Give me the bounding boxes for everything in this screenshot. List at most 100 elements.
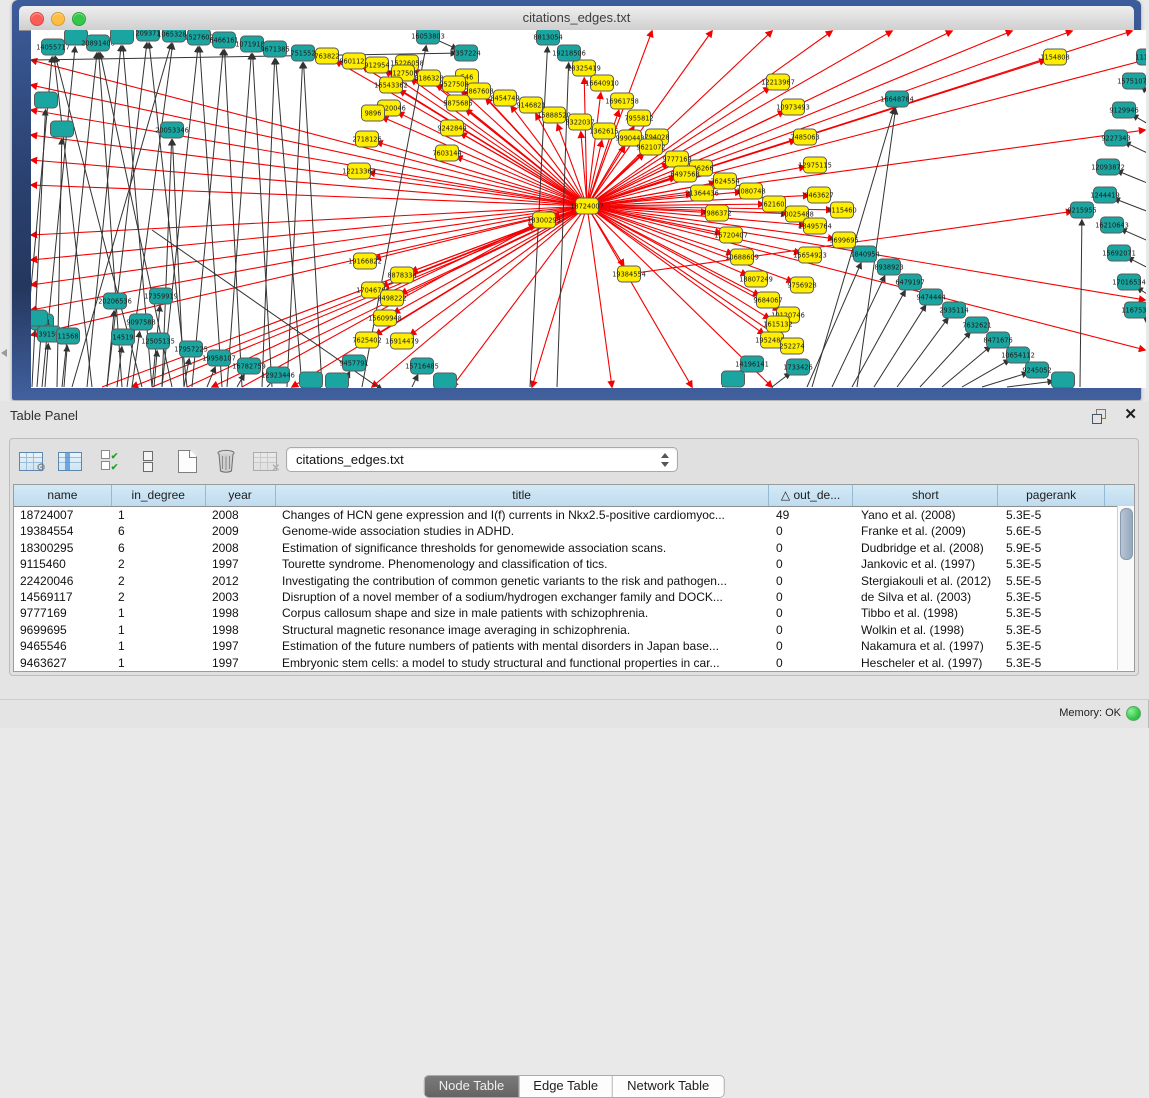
table-row[interactable]: 1456911722003Disruption of a novel membe… bbox=[14, 589, 1134, 605]
graph-node[interactable]: 14196141 bbox=[735, 356, 769, 372]
graph-node[interactable]: 9245052 bbox=[1022, 362, 1051, 378]
graph-node[interactable]: 12923446 bbox=[261, 367, 295, 383]
graph-node[interactable]: 1362615 bbox=[589, 123, 618, 139]
graph-node[interactable]: 8878334 bbox=[387, 267, 416, 283]
graph-node[interactable]: 9699695 bbox=[829, 232, 858, 248]
graph-node[interactable]: 7986372 bbox=[702, 205, 731, 221]
table-row[interactable]: 977716911998Corpus callosum shape and si… bbox=[14, 605, 1134, 621]
graph-node[interactable]: 1244419 bbox=[1090, 187, 1119, 203]
graph-node[interactable]: 10654112 bbox=[1001, 347, 1035, 363]
graph-node[interactable]: 111730 bbox=[1135, 49, 1146, 65]
window-titlebar[interactable]: citations_edges.txt bbox=[19, 6, 1134, 31]
close-panel-icon[interactable]: ✕ bbox=[1124, 407, 1137, 423]
graph-node[interactable]: 9227343 bbox=[1101, 130, 1130, 146]
graph-node[interactable]: 17016534 bbox=[1112, 274, 1146, 290]
graph-node[interactable]: 20206536 bbox=[98, 293, 132, 309]
column-header-title[interactable]: title bbox=[276, 485, 769, 506]
tab-network-table[interactable]: Network Table bbox=[613, 1076, 723, 1097]
graph-node[interactable]: 7357224 bbox=[451, 45, 480, 61]
panel-collapse-arrow-icon[interactable] bbox=[1, 349, 7, 357]
graph-node[interactable]: 9896 bbox=[362, 105, 385, 121]
column-header-out_de[interactable]: △ out_de... bbox=[769, 485, 854, 506]
graph-node[interactable]: 9671385 bbox=[260, 41, 289, 57]
graph-node[interactable]: 9129946 bbox=[1109, 102, 1138, 118]
graph-node[interactable]: 252274 bbox=[779, 338, 804, 354]
graph-node[interactable]: 9097588 bbox=[126, 314, 155, 330]
graph-node[interactable]: 12975115 bbox=[798, 157, 832, 173]
graph-node[interactable]: 18325419 bbox=[567, 60, 601, 76]
graph-node[interactable]: 9242844 bbox=[437, 120, 466, 136]
graph-node[interactable]: 19384554 bbox=[612, 266, 646, 282]
graph-node[interactable]: 9463627 bbox=[804, 187, 833, 203]
memory-status-icon[interactable] bbox=[1126, 706, 1141, 721]
table-row[interactable]: 946554611997Estimation of the future num… bbox=[14, 638, 1134, 654]
graph-node[interactable] bbox=[35, 92, 58, 108]
graph-node[interactable]: 15751074 bbox=[1117, 73, 1146, 89]
graph-node[interactable]: 7485063 bbox=[790, 129, 819, 145]
graph-node[interactable]: 8938923 bbox=[874, 259, 903, 275]
graph-node[interactable]: 1167533 bbox=[1121, 302, 1146, 318]
graph-node[interactable]: 8454749 bbox=[490, 90, 519, 106]
graph-node[interactable]: 763822 bbox=[314, 48, 339, 64]
graph-node[interactable]: 7603144 bbox=[432, 145, 461, 161]
graph-node[interactable]: 7955812 bbox=[624, 110, 653, 126]
graph-node[interactable]: 16053803 bbox=[411, 30, 445, 44]
graph-node[interactable]: 2935114 bbox=[939, 302, 968, 318]
table-mode-button[interactable]: ⚙ bbox=[18, 448, 44, 474]
column-header-pagerank[interactable]: pagerank bbox=[998, 485, 1105, 506]
graph-node[interactable]: 912954 bbox=[364, 57, 389, 73]
delete-entries-button[interactable] bbox=[213, 448, 239, 474]
float-panel-icon[interactable] bbox=[1092, 409, 1107, 424]
graph-node[interactable] bbox=[300, 372, 323, 388]
graph-node[interactable]: 3624554 bbox=[710, 173, 739, 189]
graph-node[interactable]: 7632621 bbox=[962, 317, 991, 333]
table-row[interactable]: 1872400712008Changes of HCN gene express… bbox=[14, 507, 1134, 523]
show-column-button[interactable] bbox=[57, 448, 83, 474]
graph-node[interactable]: 8471676 bbox=[983, 332, 1012, 348]
graph-node[interactable]: 16961758 bbox=[605, 93, 639, 109]
column-header-year[interactable]: year bbox=[206, 485, 276, 506]
column-header-in_degree[interactable]: in_degree bbox=[112, 485, 206, 506]
table-row[interactable]: 969969511998Structural magnetic resonanc… bbox=[14, 622, 1134, 638]
graph-node[interactable]: 16914479 bbox=[385, 333, 419, 349]
graph-node[interactable] bbox=[434, 373, 457, 388]
tab-node-table[interactable]: Node Table bbox=[425, 1076, 520, 1097]
graph-node[interactable] bbox=[31, 310, 48, 326]
graph-node[interactable]: 15716485 bbox=[405, 358, 439, 374]
graph-node[interactable] bbox=[1052, 372, 1075, 388]
graph-node[interactable]: 9684067 bbox=[753, 292, 782, 308]
create-table-button[interactable] bbox=[174, 448, 200, 474]
graph-node[interactable]: 12213967 bbox=[761, 74, 795, 90]
table-row[interactable]: 1938455462009Genome-wide association stu… bbox=[14, 523, 1134, 539]
network-table-selector[interactable]: citations_edges.txt bbox=[286, 447, 678, 472]
graph-node[interactable] bbox=[111, 30, 134, 44]
delete-table-button[interactable]: ✕ bbox=[252, 448, 278, 474]
table-row[interactable]: 911546021997Tourette syndrome. Phenomeno… bbox=[14, 556, 1134, 572]
graph-node[interactable]: 751552 bbox=[290, 45, 315, 61]
graph-node[interactable]: 14519 bbox=[112, 329, 135, 345]
graph-node[interactable]: 9474444 bbox=[916, 289, 945, 305]
graph-node[interactable]: 1733426 bbox=[783, 359, 812, 375]
graph-node[interactable]: 1615132 bbox=[763, 316, 792, 332]
select-attributes-button[interactable]: ✔✔ bbox=[96, 448, 122, 474]
table-row[interactable]: 1830029562008Estimation of significance … bbox=[14, 540, 1134, 556]
scrollbar-thumb[interactable] bbox=[1120, 508, 1133, 560]
graph-node[interactable]: 9498222 bbox=[377, 290, 406, 306]
column-header-short[interactable]: short bbox=[853, 485, 998, 506]
graph-node[interactable] bbox=[326, 373, 349, 388]
graph-node[interactable]: 12093872 bbox=[1091, 159, 1125, 175]
graph-node[interactable]: 6497568 bbox=[670, 166, 699, 182]
graph-node[interactable]: 9115460 bbox=[827, 202, 856, 218]
column-header-name[interactable]: name bbox=[14, 485, 112, 506]
graph-node[interactable]: 9621072 bbox=[636, 139, 665, 155]
graph-node[interactable]: 12213363 bbox=[342, 163, 376, 179]
graph-node[interactable]: 2718126 bbox=[352, 131, 381, 147]
graph-node[interactable]: 15609948 bbox=[368, 310, 402, 326]
graph-node[interactable]: 1154808 bbox=[1040, 49, 1069, 65]
graph-node[interactable]: 9777169 bbox=[662, 151, 691, 167]
table-row[interactable]: 2242004622012Investigating the contribut… bbox=[14, 573, 1134, 589]
graph-node[interactable]: 12505135 bbox=[141, 333, 175, 349]
vertical-scrollbar[interactable] bbox=[1117, 506, 1134, 670]
graph-node[interactable]: 11568 bbox=[57, 328, 80, 344]
graph-node[interactable]: 6479197 bbox=[895, 274, 924, 290]
